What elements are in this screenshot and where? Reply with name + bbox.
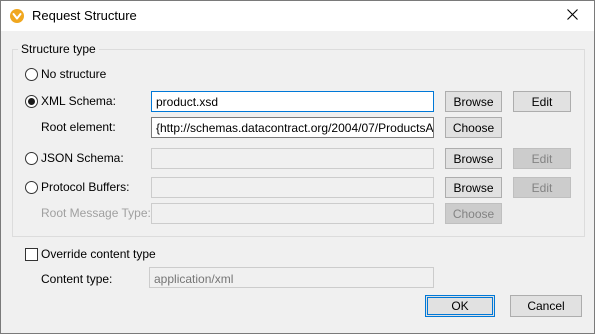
cancel-button[interactable]: Cancel: [510, 295, 582, 317]
root-element-input[interactable]: {http://schemas.datacontract.org/2004/07…: [151, 117, 434, 138]
xml-schema-label[interactable]: XML Schema:: [41, 94, 116, 108]
request-structure-dialog: Request Structure Structure type No stru…: [0, 0, 595, 334]
altova-app-icon: [10, 9, 24, 23]
root-message-type-choose-button[interactable]: Choose: [445, 203, 502, 224]
json-schema-edit-button[interactable]: Edit: [513, 148, 571, 169]
radio-selected-dot: [28, 98, 35, 105]
no-structure-radio[interactable]: [25, 68, 38, 81]
json-schema-input[interactable]: [151, 148, 434, 169]
protocol-buffers-browse-button[interactable]: Browse: [445, 177, 502, 198]
content-type-label: Content type:: [41, 272, 113, 286]
override-content-type-label[interactable]: Override content type: [41, 247, 156, 261]
override-content-type-checkbox[interactable]: [25, 248, 38, 261]
xml-schema-browse-button[interactable]: Browse: [445, 91, 502, 112]
content-type-input[interactable]: [149, 267, 434, 288]
close-button[interactable]: [550, 1, 594, 31]
protocol-buffers-radio[interactable]: [25, 181, 38, 194]
xml-schema-radio[interactable]: [25, 95, 38, 108]
title-bar: Request Structure: [1, 1, 594, 31]
root-element-label: Root element:: [41, 120, 116, 134]
root-message-type-label: Root Message Type:: [41, 206, 151, 220]
xml-schema-edit-button[interactable]: Edit: [513, 91, 571, 112]
ok-button[interactable]: OK: [425, 295, 495, 317]
protocol-buffers-input[interactable]: [151, 177, 434, 198]
root-element-choose-button[interactable]: Choose: [445, 117, 502, 138]
window-title: Request Structure: [32, 8, 137, 23]
protocol-buffers-label[interactable]: Protocol Buffers:: [41, 180, 130, 194]
protocol-buffers-edit-button[interactable]: Edit: [513, 177, 571, 198]
root-message-type-input[interactable]: [151, 203, 434, 224]
json-schema-browse-button[interactable]: Browse: [445, 148, 502, 169]
json-schema-label[interactable]: JSON Schema:: [41, 151, 124, 165]
json-schema-radio[interactable]: [25, 152, 38, 165]
structure-type-legend: Structure type: [18, 42, 99, 56]
xml-schema-input[interactable]: product.xsd: [151, 91, 434, 112]
close-icon: [566, 9, 578, 23]
no-structure-label[interactable]: No structure: [41, 67, 106, 81]
